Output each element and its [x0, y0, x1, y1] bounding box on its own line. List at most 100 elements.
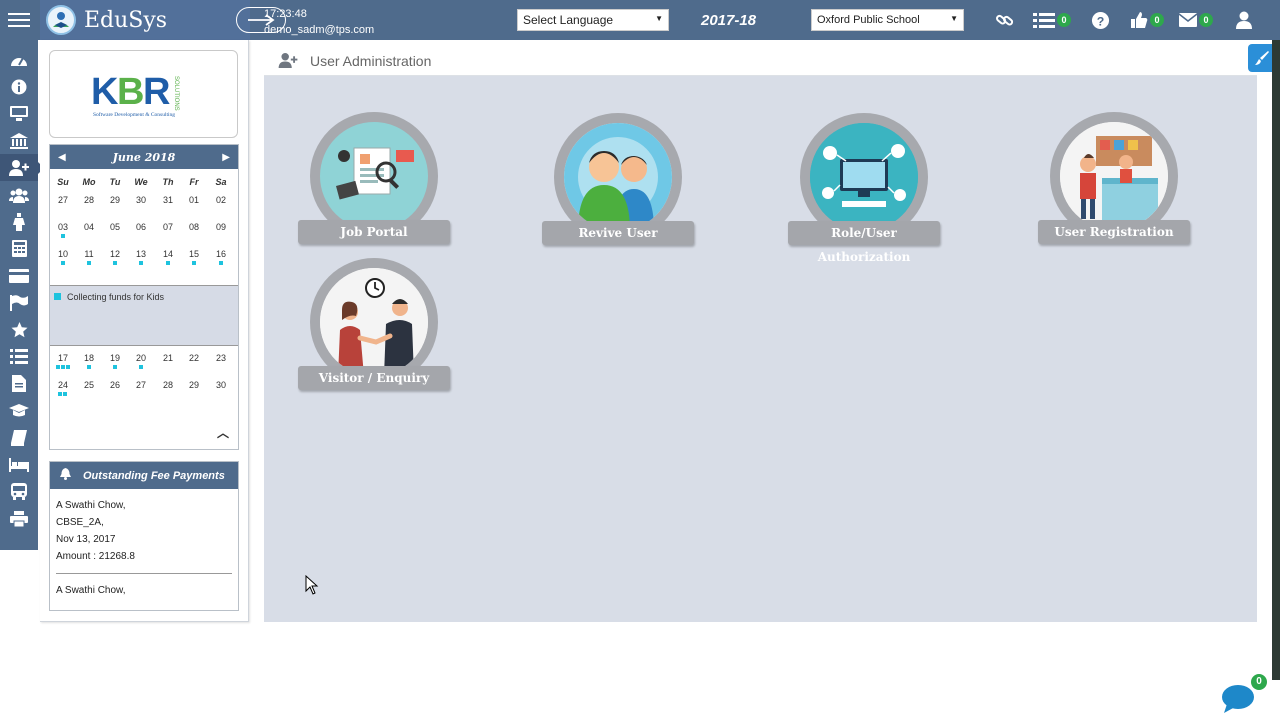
calendar-day[interactable]: 24	[50, 380, 76, 390]
monitor-icon[interactable]	[0, 100, 38, 127]
calendar-day[interactable]: 01	[181, 195, 207, 205]
calendar-day[interactable]: 09	[208, 222, 234, 232]
calendar-day[interactable]: 27	[50, 195, 76, 205]
tile-user-registration[interactable]: User Registration	[1038, 112, 1190, 252]
calendar-day[interactable]: 18	[76, 353, 102, 363]
calendar-day[interactable]: 22	[181, 353, 207, 363]
likes-button[interactable]: 0	[1130, 10, 1164, 30]
school-select[interactable]: Oxford Public School ▼	[811, 9, 964, 31]
language-select-value: Select Language	[523, 13, 614, 27]
calendar-day[interactable]: 29	[181, 380, 207, 390]
fee-class: CBSE_2A,	[56, 517, 104, 528]
bus-icon[interactable]	[0, 478, 38, 505]
chat-icon[interactable]	[1221, 684, 1255, 714]
calendar-day[interactable]: 31	[155, 195, 181, 205]
svg-text:B: B	[117, 71, 144, 113]
caret-down-icon: ▼	[950, 14, 958, 23]
calendar-day[interactable]: 19	[102, 353, 128, 363]
mouse-cursor-icon	[305, 574, 319, 598]
calendar-day[interactable]: 30	[208, 380, 234, 390]
user-email: demo_sadm@tps.com	[264, 24, 375, 36]
bank-icon[interactable]	[0, 127, 38, 154]
list-icon[interactable]	[0, 343, 38, 370]
calendar-day[interactable]: 03	[50, 222, 76, 232]
calendar-day[interactable]: 06	[128, 222, 154, 232]
calendar-day[interactable]: 28	[155, 380, 181, 390]
menu-toggle-button[interactable]	[0, 0, 38, 40]
language-select[interactable]: Select Language ▼	[517, 9, 669, 31]
calendar-header: ◀ June 2018 ▶	[50, 145, 238, 169]
user-registration-icon	[1060, 122, 1168, 230]
calendar-day[interactable]: 26	[102, 380, 128, 390]
calendar-day[interactable]: 30	[128, 195, 154, 205]
calendar-day[interactable]: 16	[208, 249, 234, 259]
kbr-logo: K B R SOLUTIONS Software Development & C…	[49, 50, 238, 138]
user-profile-icon[interactable]	[1236, 10, 1252, 30]
bed-icon[interactable]	[0, 451, 38, 478]
calendar-event-popup[interactable]: Collecting funds for Kids	[50, 285, 238, 346]
info-icon[interactable]	[0, 73, 38, 100]
prev-month-icon[interactable]: ◀	[58, 152, 66, 163]
calendar-day[interactable]: 17	[50, 353, 76, 363]
calendar-week: 24 25 26 27 28 29 30	[50, 380, 240, 396]
calendar-day[interactable]: 14	[155, 249, 181, 259]
event-marker	[192, 261, 196, 265]
card-icon[interactable]	[0, 262, 38, 289]
calendar-week: 03 04 05 06 07 08 09	[50, 222, 240, 238]
calculator-icon[interactable]	[0, 235, 38, 262]
print-icon[interactable]	[0, 505, 38, 532]
brand: EduSys	[40, 0, 286, 40]
tasks-button[interactable]: 0	[1033, 10, 1071, 30]
calendar-day[interactable]: 02	[208, 195, 234, 205]
page-scrollbar[interactable]	[1272, 40, 1280, 680]
next-month-icon[interactable]: ▶	[222, 152, 230, 163]
calendar-day[interactable]: 25	[76, 380, 102, 390]
graduation-cap-icon[interactable]	[0, 397, 38, 424]
tasks-badge: 0	[1057, 13, 1071, 27]
book-icon[interactable]	[0, 424, 38, 451]
hanger-icon[interactable]	[0, 208, 38, 235]
document-icon[interactable]	[0, 370, 38, 397]
tile-revive-user[interactable]: Revive User	[542, 113, 694, 253]
role-authorization-icon	[810, 123, 918, 231]
calendar-day[interactable]: 08	[181, 222, 207, 232]
messages-button[interactable]: 0	[1179, 10, 1213, 30]
calendar-day[interactable]: 27	[128, 380, 154, 390]
link-icon[interactable]	[995, 10, 1015, 30]
fee-amount: Amount : 21268.8	[56, 551, 135, 562]
tile-visitor-enquiry[interactable]: Visitor / Enquiry	[298, 258, 450, 398]
tile-job-portal[interactable]: Job Portal	[298, 112, 450, 252]
page-header: User Administration	[264, 46, 1257, 76]
calendar-day[interactable]: 20	[128, 353, 154, 363]
calendar-day[interactable]: 13	[128, 249, 154, 259]
calendar-day[interactable]: 10	[50, 249, 76, 259]
calendar-day[interactable]: 21	[155, 353, 181, 363]
star-icon[interactable]	[0, 316, 38, 343]
dashboard-icon[interactable]	[0, 46, 38, 73]
flag-icon[interactable]	[0, 289, 38, 316]
tile-role-user-authorization[interactable]: Role/User Authorization	[788, 113, 940, 264]
calendar-month-label: June 2018	[112, 150, 176, 164]
help-icon[interactable]: ?	[1091, 10, 1110, 30]
calendar-day[interactable]: 11	[76, 249, 102, 259]
calendar-day[interactable]: 23	[208, 353, 234, 363]
calendar-day[interactable]: 15	[181, 249, 207, 259]
chevron-up-icon[interactable]: ︿	[217, 424, 229, 441]
weekday-label: Su	[57, 177, 69, 187]
calendar-day[interactable]: 04	[76, 222, 102, 232]
likes-badge: 0	[1150, 13, 1164, 27]
user-admin-icon[interactable]	[0, 154, 44, 181]
calendar-day[interactable]: 12	[102, 249, 128, 259]
calendar-day[interactable]: 05	[102, 222, 128, 232]
outstanding-fee-panel: Outstanding Fee Payments A Swathi Chow, …	[49, 461, 239, 611]
calendar-day[interactable]: 07	[155, 222, 181, 232]
event-marker	[113, 365, 117, 369]
weekday-label: Mo	[82, 177, 96, 187]
tile-label: Job Portal	[298, 220, 450, 244]
user-admin-icon	[278, 53, 298, 68]
users-group-icon[interactable]	[0, 181, 38, 208]
calendar-day[interactable]: 29	[102, 195, 128, 205]
weekday-label: Th	[162, 177, 174, 187]
weekday-label: We	[134, 177, 148, 187]
calendar-day[interactable]: 28	[76, 195, 102, 205]
